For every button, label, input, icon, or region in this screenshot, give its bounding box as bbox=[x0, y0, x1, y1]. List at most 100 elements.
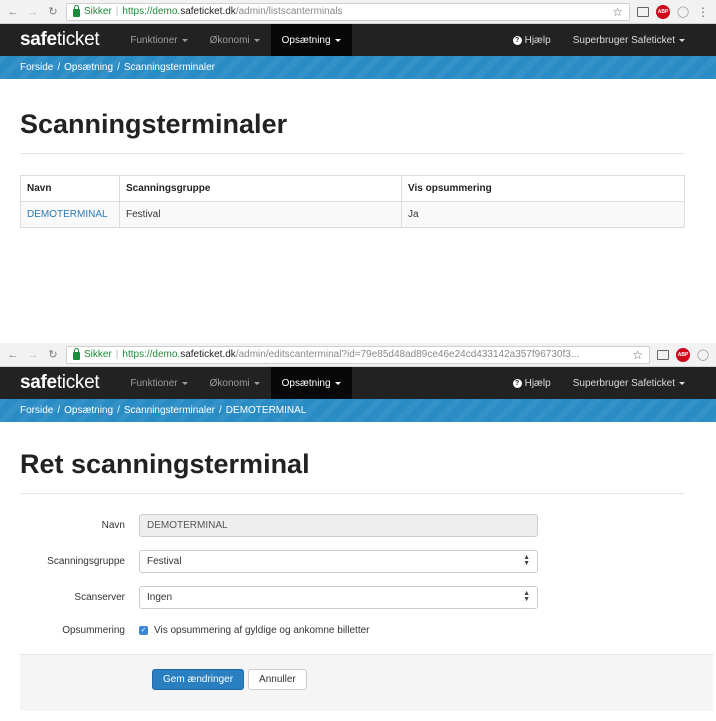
address-bar[interactable]: Sikker | https://demo. safeticket.dk/admi… bbox=[66, 345, 650, 364]
brand-logo[interactable]: safe ticket bbox=[20, 367, 100, 399]
name-label: Navn bbox=[101, 520, 125, 531]
cast-icon[interactable] bbox=[636, 5, 650, 19]
adblock-icon[interactable]: ABP bbox=[656, 4, 670, 19]
nav-user-menu[interactable]: Superbruger Safeticket bbox=[562, 367, 696, 399]
nav-menu-opsaetning[interactable]: Opsætning bbox=[270, 24, 352, 56]
breadcrumb-opsaetning[interactable]: Opsætning bbox=[64, 405, 113, 416]
browser-menu-icon[interactable]: ⋮ bbox=[696, 5, 710, 19]
group-label: Scanningsgruppe bbox=[47, 556, 125, 567]
question-icon: ? bbox=[512, 378, 522, 388]
summary-checkbox-label[interactable]: Vis opsummering af gyldige og ankomne bi… bbox=[154, 625, 370, 636]
form-actions: Gem ændringer Annuller bbox=[20, 654, 713, 711]
reload-icon[interactable]: ↻ bbox=[46, 5, 60, 19]
nav-menu-opsaetning[interactable]: Opsætning bbox=[270, 367, 352, 399]
nav-menu-okonomi[interactable]: Økonomi bbox=[199, 24, 271, 56]
adblock-icon[interactable]: ABP bbox=[676, 347, 690, 362]
select-arrows-icon: ▲ ▼ bbox=[523, 554, 530, 567]
form-row-navn: Navn DEMOTERMINAL bbox=[20, 514, 685, 537]
cell-navn: DEMOTERMINAL bbox=[20, 201, 120, 228]
brand-logo[interactable]: safe ticket bbox=[20, 24, 100, 56]
url-scheme-host: https://demo. bbox=[122, 349, 181, 360]
form-row-scanningsgruppe: Scanningsgruppe Festival ▲ ▼ bbox=[20, 550, 685, 573]
server-label: Scanserver bbox=[74, 592, 125, 603]
screenshot-list-terminals: ← → ↻ Sikker | https://demo. safeticket.d… bbox=[0, 0, 716, 325]
cast-icon[interactable] bbox=[656, 348, 670, 362]
table-row: DEMOTERMINAL Festival Ja bbox=[20, 201, 685, 228]
browser-toolbar: ← → ↻ Sikker | https://demo. safeticket.d… bbox=[0, 0, 716, 24]
forward-icon[interactable]: → bbox=[26, 5, 40, 19]
screenshot-edit-terminal: ← → ↻ Sikker | https://demo. safeticket.d… bbox=[0, 343, 716, 721]
caret-down-icon bbox=[181, 381, 188, 385]
server-select-value: Ingen bbox=[147, 592, 173, 603]
reload-icon[interactable]: ↻ bbox=[46, 348, 60, 362]
caret-down-icon bbox=[253, 381, 260, 385]
page-title: Ret scanningsterminal bbox=[20, 449, 685, 494]
url-divider: | bbox=[115, 6, 119, 17]
select-arrows-icon: ▲ ▼ bbox=[523, 590, 530, 603]
column-header-vis-opsummering: Vis opsummering bbox=[401, 175, 685, 202]
edit-terminal-form: Navn DEMOTERMINAL Scanningsgruppe Festiv… bbox=[20, 514, 713, 711]
cell-vis-opsummering: Ja bbox=[401, 201, 685, 228]
breadcrumb-forside[interactable]: Forside bbox=[20, 405, 53, 416]
url-divider: | bbox=[115, 349, 119, 360]
bookmark-star-icon[interactable]: ☆ bbox=[608, 5, 623, 19]
question-icon: ? bbox=[512, 35, 522, 45]
terminals-table: Navn Scanningsgruppe Vis opsummering DEM… bbox=[20, 175, 685, 228]
bookmark-star-icon[interactable]: ☆ bbox=[628, 348, 643, 362]
caret-down-icon bbox=[334, 38, 341, 42]
caret-down-icon bbox=[679, 381, 685, 385]
summary-checkbox[interactable]: ✓ bbox=[139, 625, 148, 635]
summary-label: Opsummering bbox=[62, 624, 125, 636]
breadcrumb-current: Scanningsterminaler bbox=[123, 62, 216, 73]
breadcrumb: Forside / Opsætning / Scanningsterminaler /… bbox=[0, 399, 716, 422]
save-button[interactable]: Gem ændringer bbox=[152, 669, 245, 690]
caret-down-icon bbox=[679, 38, 685, 42]
group-select[interactable]: Festival ▲ ▼ bbox=[139, 550, 538, 573]
url-scheme-host: https://demo. bbox=[122, 6, 181, 17]
back-icon[interactable]: ← bbox=[6, 348, 20, 362]
extension-icon[interactable]: ◯ bbox=[676, 5, 690, 19]
breadcrumb-current: DEMOTERMINAL bbox=[225, 405, 307, 416]
column-header-scanningsgruppe: Scanningsgruppe bbox=[119, 175, 402, 202]
column-header-navn: Navn bbox=[20, 175, 120, 202]
breadcrumb-scanningsterminaler[interactable]: Scanningsterminaler bbox=[124, 405, 215, 416]
group-select-value: Festival bbox=[147, 556, 182, 567]
lock-icon bbox=[73, 4, 80, 17]
nav-help[interactable]: ? Hjælp bbox=[502, 367, 562, 399]
app-navbar: safe ticket Funktioner Økonomi Opsætning … bbox=[0, 24, 716, 56]
breadcrumb-forside[interactable]: Forside bbox=[20, 62, 53, 73]
caret-down-icon bbox=[334, 381, 341, 385]
forward-icon[interactable]: → bbox=[26, 348, 40, 362]
nav-menu-funktioner[interactable]: Funktioner bbox=[119, 24, 198, 56]
cancel-button[interactable]: Annuller bbox=[248, 669, 307, 690]
url-domain: safeticket.dk bbox=[180, 349, 236, 360]
url-path: /admin/editscanterminal?id=79e85d48ad89c… bbox=[235, 349, 580, 360]
form-row-scanserver: Scanserver Ingen ▲ ▼ bbox=[20, 586, 685, 609]
nav-help[interactable]: ? Hjælp bbox=[502, 24, 562, 56]
screenshot-separator bbox=[0, 325, 716, 343]
nav-menu-okonomi[interactable]: Økonomi bbox=[199, 367, 271, 399]
back-icon[interactable]: ← bbox=[6, 5, 20, 19]
caret-down-icon bbox=[181, 38, 188, 42]
server-select[interactable]: Ingen ▲ ▼ bbox=[139, 586, 538, 609]
extension-icon[interactable]: ◯ bbox=[696, 348, 710, 362]
terminal-link[interactable]: DEMOTERMINAL bbox=[27, 209, 108, 220]
url-path: /admin/listscanterminals bbox=[235, 6, 343, 17]
address-bar[interactable]: Sikker | https://demo. safeticket.dk/admi… bbox=[66, 2, 630, 21]
form-row-opsummering: Opsummering ✓ Vis opsummering af gyldige… bbox=[20, 622, 685, 638]
nav-menu-funktioner[interactable]: Funktioner bbox=[119, 367, 198, 399]
breadcrumb: Forside / Opsætning / Scanningsterminaler bbox=[0, 56, 716, 79]
browser-toolbar: ← → ↻ Sikker | https://demo. safeticket.d… bbox=[0, 343, 716, 367]
cell-scanningsgruppe: Festival bbox=[119, 201, 402, 228]
caret-down-icon bbox=[253, 38, 260, 42]
page-title: Scanningsterminaler bbox=[20, 109, 685, 154]
secure-label: Sikker bbox=[84, 6, 112, 17]
breadcrumb-opsaetning[interactable]: Opsætning bbox=[64, 62, 113, 73]
lock-icon bbox=[73, 347, 80, 360]
name-field: DEMOTERMINAL bbox=[139, 514, 538, 537]
app-navbar: safe ticket Funktioner Økonomi Opsætning … bbox=[0, 367, 716, 399]
secure-label: Sikker bbox=[84, 349, 112, 360]
url-domain: safeticket.dk bbox=[180, 6, 236, 17]
nav-user-menu[interactable]: Superbruger Safeticket bbox=[562, 24, 696, 56]
table-header-row: Navn Scanningsgruppe Vis opsummering bbox=[20, 175, 685, 202]
